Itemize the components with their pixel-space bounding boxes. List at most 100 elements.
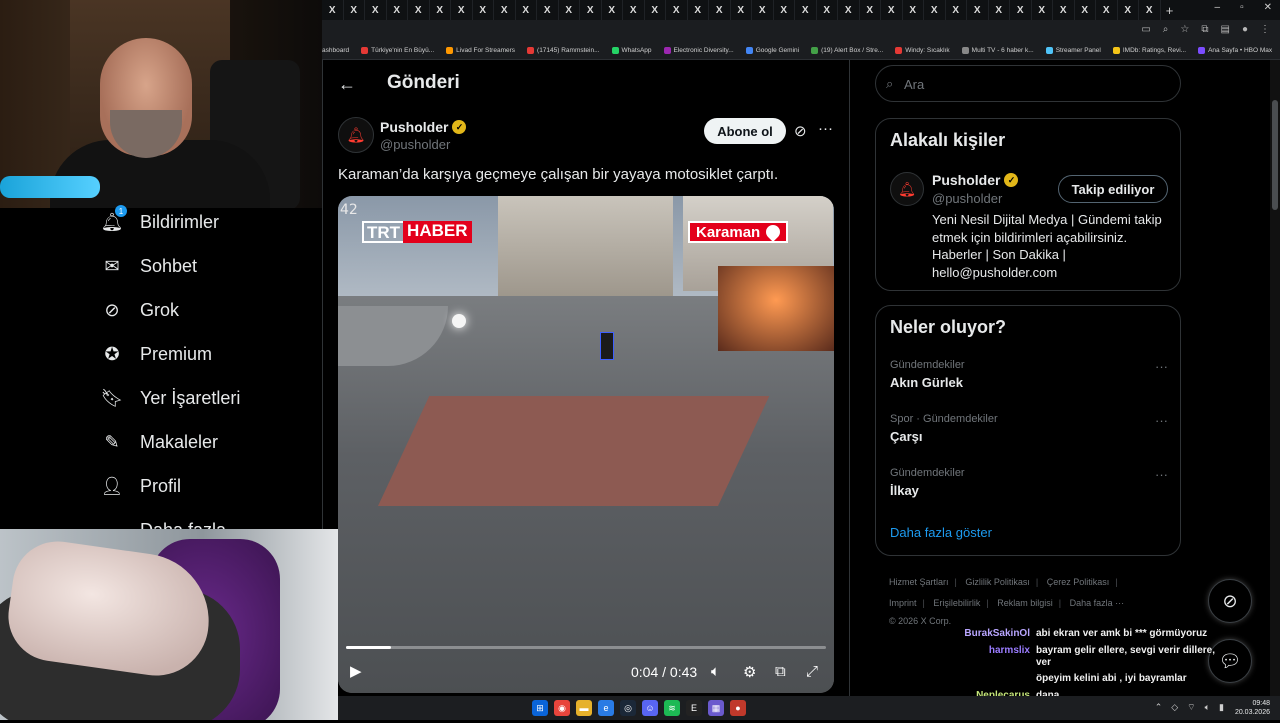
browser-tab[interactable]: X (516, 0, 537, 20)
browser-tab[interactable]: X (408, 0, 430, 20)
footer-link[interactable]: Imprint (889, 598, 917, 608)
tray-mic-icon[interactable]: ▮ (1219, 702, 1224, 713)
tray-arrow-icon[interactable]: ⌃ (1155, 702, 1163, 713)
bookmark-item[interactable]: (17145) Rammstein... (527, 47, 600, 54)
browser-tab[interactable]: X (322, 0, 344, 20)
related-avatar[interactable]: 🔔︎ (890, 172, 924, 206)
bookmark-item[interactable]: Electronic Diversity... (663, 47, 734, 54)
search-box[interactable]: ⌕ (875, 65, 1181, 102)
bookmark-item[interactable]: Livad For Streamers (446, 47, 515, 54)
browser-tab[interactable]: X (580, 0, 602, 20)
browser-tab[interactable]: X (795, 0, 817, 20)
scroll-thumb[interactable] (1272, 100, 1278, 210)
fullscreen-icon[interactable]: ⤢ (806, 663, 818, 680)
browser-tab[interactable]: X (688, 0, 709, 20)
browser-tab[interactable]: X (731, 0, 752, 20)
related-handle[interactable]: @pusholder (932, 191, 1002, 206)
browser-tab[interactable]: X (1096, 0, 1118, 20)
more-options-icon[interactable]: ··· (818, 120, 833, 137)
epic-games-icon[interactable]: E (686, 700, 702, 716)
following-button[interactable]: Takip ediliyor (1058, 175, 1168, 203)
nav-premium[interactable]: ✪ Premium (100, 342, 212, 366)
author-handle[interactable]: @pusholder (380, 137, 450, 152)
bookmark-item[interactable]: Ana Sayfa • HBO Max (1198, 47, 1272, 54)
trend-more-icon[interactable]: ··· (1155, 359, 1168, 374)
scrollbar[interactable] (1270, 60, 1280, 696)
related-name[interactable]: Pusholder ✓ (932, 172, 1019, 188)
extensions-icon[interactable]: ⧉ (1201, 24, 1208, 35)
nav-notifications[interactable]: 🔔︎ 1 Bildirimler (100, 205, 219, 234)
video-player[interactable]: 42 TRT HABER Karaman ▶ 0:04 / 0:43 🔈︎ ⚙ ⧉… (338, 196, 834, 693)
browser-tab[interactable]: X (494, 0, 516, 20)
footer-link[interactable]: Daha fazla ··· (1070, 598, 1125, 608)
browser-tab[interactable]: X (623, 0, 645, 20)
grok-explain-icon[interactable]: ⊘ (794, 122, 807, 140)
browser-tab[interactable]: X (430, 0, 451, 20)
bookmark-item[interactable]: Multi TV - 6 haber k... (961, 47, 1034, 54)
nav-messages[interactable]: ✉ Sohbet (100, 254, 197, 278)
browser-tab[interactable]: X (666, 0, 688, 20)
trend-more-icon[interactable]: ··· (1155, 413, 1168, 428)
browser-tab[interactable]: X (645, 0, 666, 20)
browser-tab[interactable]: X (1139, 0, 1161, 20)
nav-profile[interactable]: 👤︎ Profil (100, 474, 181, 498)
browser-tab[interactable]: X (817, 0, 838, 20)
nav-bookmarks[interactable]: 🔖︎ Yer İşaretleri (100, 386, 241, 410)
pip-icon[interactable]: ⧉ (775, 663, 786, 680)
chrome-icon[interactable]: ◉ (554, 700, 570, 716)
obs-icon[interactable]: ● (730, 700, 746, 716)
trend-item[interactable]: Gündemdekiler İlkay ··· (890, 467, 1168, 498)
new-tab-button[interactable]: + (1161, 3, 1179, 18)
browser-tab[interactable]: X (473, 0, 494, 20)
bookmark-item[interactable]: WhatsApp (611, 47, 652, 54)
footer-link[interactable]: Reklam bilgisi (997, 598, 1053, 608)
account-icon[interactable]: ● (1242, 24, 1248, 35)
browser-tab[interactable]: X (967, 0, 989, 20)
steam-icon[interactable]: ◎ (620, 700, 636, 716)
tray-wifi-icon[interactable]: ⌔ (1187, 702, 1195, 713)
browser-tab[interactable]: X (1075, 0, 1096, 20)
trend-item[interactable]: Spor · Gündemdekiler Çarşı ··· (890, 413, 1168, 444)
browser-tab[interactable]: X (344, 0, 365, 20)
bookmark-item[interactable]: Türkiye'nin En Büyü... (361, 47, 434, 54)
bookmark-item[interactable]: IMDb: Ratings, Revi... (1112, 47, 1186, 54)
bookmark-item[interactable]: Streamer Panel (1045, 47, 1101, 54)
browser-tab[interactable]: X (1053, 0, 1075, 20)
video-progress-bar[interactable] (346, 646, 826, 649)
browser-tab[interactable]: X (924, 0, 946, 20)
zoom-icon[interactable]: ⌕ (1163, 24, 1169, 35)
nav-articles[interactable]: ✎ Makaleler (100, 430, 218, 454)
author-avatar[interactable]: 🔔︎ (338, 117, 374, 153)
browser-tab[interactable]: X (1032, 0, 1053, 20)
sidebar-icon[interactable]: ▤ (1221, 24, 1230, 35)
trend-item[interactable]: Gündemdekiler Akın Gürlek ··· (890, 359, 1168, 390)
settings-gear-icon[interactable]: ⚙ (743, 663, 756, 681)
edge-icon[interactable]: e (598, 700, 614, 716)
tray-network-icon[interactable]: ◇ (1171, 702, 1178, 713)
discord-icon[interactable]: ☺ (642, 700, 658, 716)
tray-volume-icon[interactable]: 🔈︎ (1205, 702, 1210, 713)
search-input[interactable] (904, 74, 1164, 94)
bookmark-item[interactable]: ashboard (322, 47, 349, 54)
windows-start-icon[interactable]: ⊞ (532, 700, 548, 716)
subscribe-button[interactable]: Abone ol (704, 118, 786, 144)
trend-more-icon[interactable]: ··· (1155, 467, 1168, 482)
footer-link[interactable]: Gizlilik Politikası (965, 577, 1030, 587)
browser-tab[interactable]: X (1118, 0, 1139, 20)
taskbar-clock[interactable]: 09:48 20.03.2026 (1235, 699, 1270, 717)
footer-link[interactable]: Erişilebilirlik (933, 598, 980, 608)
grok-fab[interactable]: ⊘ (1208, 579, 1252, 623)
minimize-icon[interactable]: – (1215, 2, 1221, 13)
browser-tab[interactable]: X (946, 0, 967, 20)
browser-tab[interactable]: X (989, 0, 1010, 20)
footer-link[interactable]: Çerez Politikası (1047, 577, 1110, 587)
cast-icon[interactable]: ▭ (1141, 24, 1150, 35)
browser-tab[interactable]: X (1010, 0, 1032, 20)
footer-link[interactable]: Hizmet Şartları (889, 577, 949, 587)
browser-tab[interactable]: X (881, 0, 903, 20)
show-more-link[interactable]: Daha fazla göster (890, 525, 992, 540)
browser-tab[interactable]: X (838, 0, 860, 20)
browser-tab[interactable]: X (537, 0, 559, 20)
bookmark-item[interactable]: (19) Alert Box / Stre... (811, 47, 883, 54)
browser-tab[interactable]: X (602, 0, 623, 20)
